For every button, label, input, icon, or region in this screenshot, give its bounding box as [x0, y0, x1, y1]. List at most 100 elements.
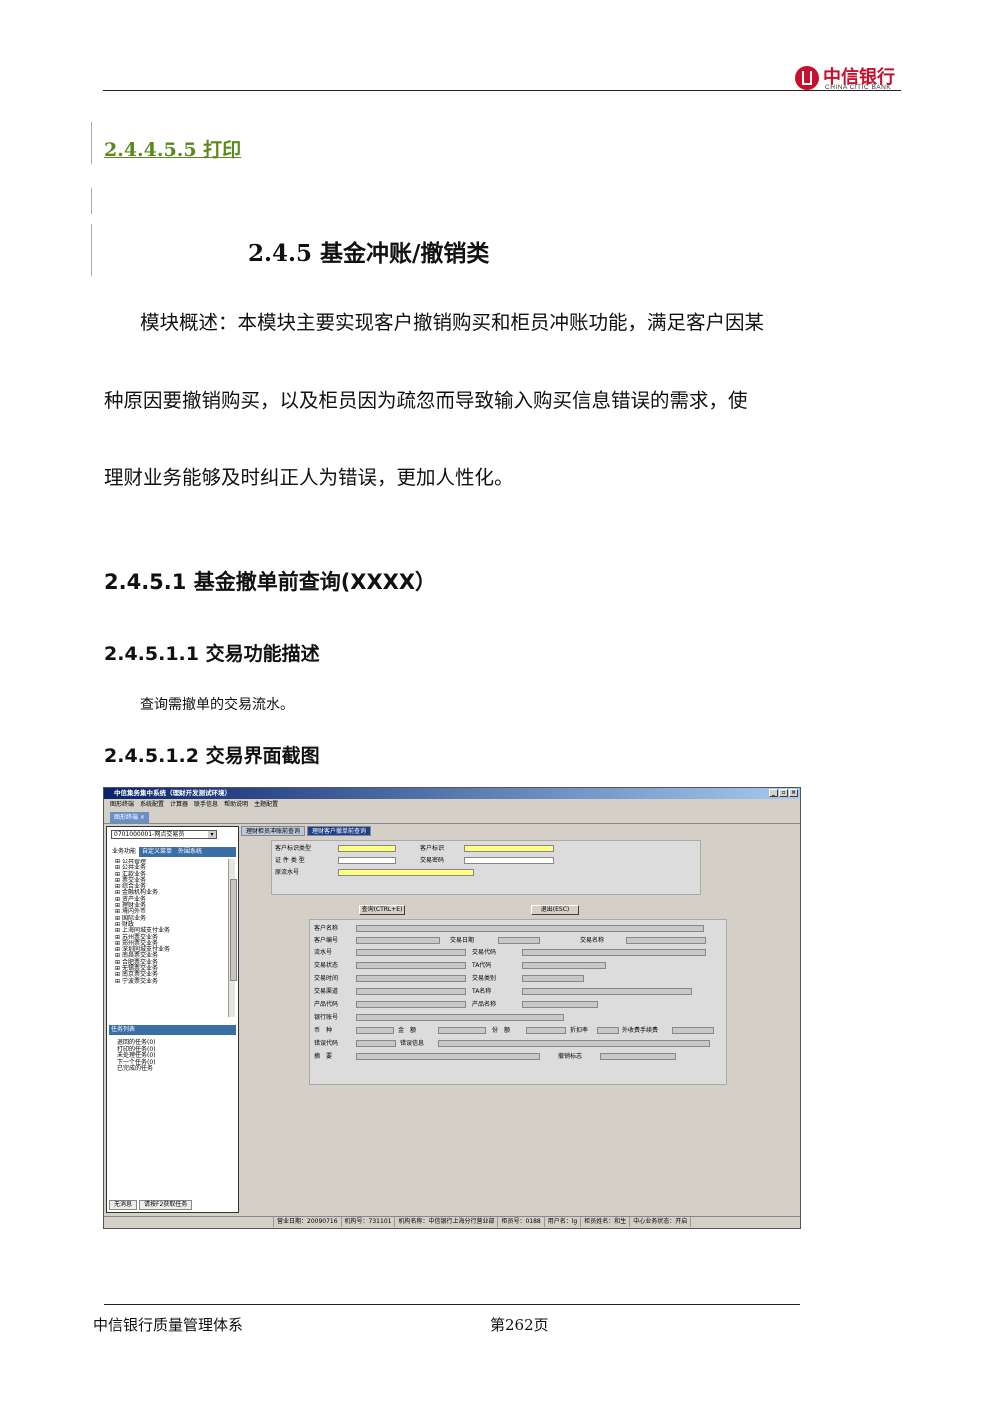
label-trade-name: 交易名称: [580, 937, 605, 944]
label-flow-no: 流水号: [314, 949, 333, 956]
label-discount: 折扣率: [570, 1027, 589, 1034]
label-shares: 份 额: [492, 1027, 511, 1034]
menu-item[interactable]: 联手信息: [194, 799, 218, 810]
heading-2-4-5-1-2: 2.4.5.1.2 交易界面截图: [104, 745, 320, 767]
trade-channel-field: [356, 988, 466, 995]
tab-external[interactable]: 外围系统: [175, 847, 205, 857]
task-item[interactable]: 已完成的任务: [117, 1065, 156, 1073]
status-date: 营业日期：20090716: [274, 1217, 342, 1227]
cancel-flag-field: [600, 1053, 676, 1060]
label-product-name: 产品名称: [472, 1001, 497, 1008]
work-tabs: 理财柜员冲账前查询 理财客户撤单前查询: [241, 826, 797, 836]
trade-date-field: [498, 937, 540, 944]
product-name-field: [522, 1001, 598, 1008]
summary-field: [356, 1053, 540, 1060]
fee-field: [672, 1027, 714, 1034]
status-teller-no: 柜员号：0188: [498, 1217, 545, 1227]
status-branch-name: 机构名称：中信银行上海分行营业部: [395, 1217, 499, 1227]
label-product-code: 产品代码: [314, 1001, 339, 1008]
main-tabstrip: 图形终端 ×: [104, 810, 800, 824]
status-user: 用户名：lg: [545, 1217, 582, 1227]
cust-id-input[interactable]: [464, 845, 554, 852]
password-input[interactable]: [464, 857, 554, 864]
label-ta-code: TA代码: [472, 962, 492, 969]
tab-custom-menu[interactable]: 自定义菜单: [139, 847, 175, 857]
overview-line-3: 理财业务能够及时纠正人为错误，更加人性化。: [104, 466, 514, 489]
close-icon[interactable]: ×: [789, 789, 798, 797]
tab-teller-reversal-query[interactable]: 理财柜员冲账前查询: [241, 826, 306, 836]
label-fee: 外收费手续费: [622, 1027, 659, 1034]
menu-bar: 图形终端 系统配置 计算器 联手信息 帮助说明 主题配置: [104, 799, 800, 810]
menu-item[interactable]: 帮助说明: [224, 799, 248, 810]
menu-item[interactable]: 主题配置: [254, 799, 278, 810]
trade-time-field: [356, 975, 466, 982]
err-info-field: [438, 1040, 710, 1047]
err-code-field: [356, 1040, 396, 1047]
heading-2-4-5-1: 2.4.5.1 基金撤单前查询(XXXX）: [104, 570, 437, 594]
bank-acct-field: [356, 1014, 564, 1021]
label-trade-type: 交易类别: [472, 975, 497, 982]
currency-field: [356, 1027, 394, 1034]
flow-no-field: [356, 949, 466, 956]
label-cert-type: 证 件 类 型: [275, 857, 305, 864]
cert-type-select[interactable]: [338, 857, 396, 864]
query-button[interactable]: 查询(CTRL+E): [359, 905, 405, 915]
label-currency: 币 种: [314, 1027, 333, 1034]
menu-item[interactable]: 计算器: [170, 799, 188, 810]
discount-field: [597, 1027, 619, 1034]
window-title: 中信集务集中系统（理财开发测试环境）: [114, 789, 231, 797]
restore-icon[interactable]: ▫: [779, 789, 788, 797]
result-panel: 客户名称 客户编号 交易日期 交易名称 流水号 交易代码 交易状态 TA代码 交…: [309, 919, 727, 1085]
minimize-icon[interactable]: _: [769, 789, 778, 797]
menu-item[interactable]: 图形终端: [110, 799, 134, 810]
label-id-type: 客户标识类型: [275, 845, 312, 852]
header-rule: [103, 90, 901, 91]
tab-business[interactable]: 业务功能: [109, 847, 140, 857]
id-type-select[interactable]: [338, 845, 396, 852]
label-err-info: 错误信息: [400, 1040, 425, 1047]
function-description: 查询需撤单的交易流水。: [140, 697, 294, 713]
business-tree: 公共管理 公共业务 汇款业务 票交业务 综合业务 金融机构业务 资产业务 理财业…: [115, 859, 227, 1019]
label-ta-name: TA名称: [472, 988, 492, 995]
status-bar: 营业日期：20090716 机构号：731101 机构名称：中信银行上海分行营业…: [104, 1216, 800, 1227]
label-err-code: 错误代码: [314, 1040, 339, 1047]
app-screenshot: 中信集务集中系统（理财开发测试环境） _ ▫ × 图形终端 系统配置 计算器 联…: [103, 787, 801, 1229]
query-panel: 客户标识类型 客户标识 证 件 类 型 交易密码 原流水号: [271, 840, 701, 895]
status-spacer: [104, 1217, 274, 1227]
ta-code-field: [522, 962, 606, 969]
status-center: 中心业务状态：开启: [630, 1217, 692, 1227]
tree-scrollbar[interactable]: [228, 859, 237, 1017]
task-list: 退回的任务(0) 打印的任务(0) 未处理任务(0) 下一个任务(0) 已完成的…: [117, 1039, 156, 1073]
serial-input[interactable]: [338, 869, 474, 876]
left-tabs: 业务功能 自定义菜单 外围系统: [109, 847, 236, 857]
trade-name-field: [626, 937, 706, 944]
tab-customer-cancel-query[interactable]: 理财客户撤单前查询: [307, 826, 372, 836]
tab-terminal[interactable]: 图形终端 ×: [110, 812, 149, 823]
overview-line-1: 模块概述：本模块主要实现客户撤销购买和柜员冲账功能，满足客户因某: [140, 311, 765, 334]
label-trade-time: 交易时间: [314, 975, 339, 982]
exit-button[interactable]: 退出(ESC): [531, 905, 579, 915]
tree-item[interactable]: 宁波票交业务: [115, 978, 227, 985]
label-amount: 金 额: [398, 1027, 417, 1034]
label-summary: 摘 要: [314, 1053, 333, 1060]
heading-print[interactable]: 2.4.4.5.5 打印: [104, 135, 241, 162]
label-bank-acct: 银行账号: [314, 1014, 339, 1021]
trade-status-field: [356, 962, 466, 969]
status-teller-name: 柜员姓名：和生: [581, 1217, 631, 1227]
branch-select[interactable]: 0701000001-网点交易员: [111, 830, 217, 839]
label-cust-id: 客户标识: [420, 845, 445, 852]
label-cust-name: 客户名称: [314, 925, 339, 932]
cust-name-field: [356, 925, 704, 932]
bank-emblem-icon: [795, 66, 819, 90]
revision-bar: [91, 224, 92, 276]
message-status: 无消息: [109, 1200, 138, 1210]
label-trade-code: 交易代码: [472, 949, 497, 956]
label-trade-channel: 交易渠道: [314, 988, 339, 995]
cust-no-field: [356, 937, 440, 944]
menu-item[interactable]: 系统配置: [140, 799, 164, 810]
task-list-header: 任务列表: [109, 1025, 236, 1035]
status-branch-no: 机构号：731101: [342, 1217, 396, 1227]
page-number: 第262页: [490, 1316, 549, 1334]
label-cust-no: 客户编号: [314, 937, 339, 944]
left-status: 无消息 请按F2获取任务: [109, 1200, 193, 1210]
